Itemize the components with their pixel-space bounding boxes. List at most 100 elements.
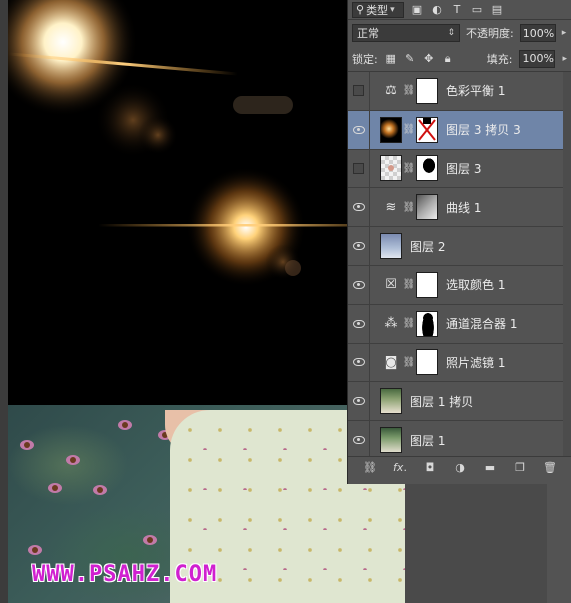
layer-filter-select[interactable]: ⚲ 类型 ▾ (352, 1, 404, 18)
blend-mode-value: 正常 (357, 27, 379, 40)
opacity-input[interactable]: 100% (519, 24, 556, 42)
layer-mask-thumbnail[interactable] (416, 349, 438, 376)
document-image (8, 0, 405, 603)
visibility-toggle[interactable] (348, 304, 370, 343)
layer-name[interactable]: 图层 3 拷贝 3 (446, 121, 521, 138)
new-layer-icon[interactable]: ❐ (512, 461, 528, 474)
layer-mask-thumbnail[interactable] (416, 194, 438, 221)
link-icon[interactable]: ⛓ (403, 278, 416, 292)
link-icon[interactable]: ⛓ (403, 161, 416, 175)
document-canvas[interactable]: WWW.PSAHZ.COM (0, 0, 405, 603)
visibility-toggle[interactable] (348, 149, 370, 188)
layer-thumbnail[interactable] (380, 155, 402, 182)
layer-name[interactable]: 曲线 1 (446, 199, 481, 216)
layers-scrollbar[interactable] (563, 72, 571, 456)
new-adjustment-icon[interactable]: ◑ (452, 461, 468, 474)
eye-icon (352, 242, 365, 251)
selective-color-icon: ☒ (385, 277, 397, 293)
visibility-toggle[interactable] (348, 72, 370, 110)
eye-icon (352, 280, 365, 289)
fill-label: 填充: (486, 52, 513, 66)
visibility-toggle[interactable] (348, 227, 370, 265)
visibility-toggle[interactable] (348, 343, 370, 382)
layer-name[interactable]: 图层 1 (410, 432, 445, 449)
layer-row[interactable]: ◙ ⛓ 照片滤镜 1 (348, 343, 571, 383)
channel-mixer-icon: ⁂ (384, 316, 398, 332)
chevron-down-icon: ▾ (390, 4, 395, 15)
hidden-box-icon (353, 162, 364, 174)
layer-filter-bar: ⚲ 类型 ▾ ▣ ◐ T ▭ ▤ (348, 0, 571, 20)
blend-opacity-bar: 正常 ⇕ 不透明度: 100% ▸ (348, 20, 571, 46)
layer-row[interactable]: ⛓ 图层 3 (348, 149, 571, 189)
eye-icon (352, 319, 365, 328)
visibility-toggle[interactable] (348, 110, 370, 149)
layer-thumbnail[interactable] (380, 116, 402, 143)
search-icon: ⚲ (356, 3, 365, 16)
layer-name[interactable]: 图层 2 (410, 238, 445, 255)
layer-mask-thumbnail[interactable] (416, 271, 438, 298)
visibility-toggle[interactable] (348, 188, 370, 227)
blend-mode-select[interactable]: 正常 ⇕ (352, 24, 460, 42)
layer-name[interactable]: 色彩平衡 1 (446, 82, 505, 99)
lock-image-icon[interactable]: ✎ (404, 52, 416, 65)
layer-name[interactable]: 通道混合器 1 (446, 315, 517, 332)
link-icon[interactable]: ⛓ (403, 123, 416, 137)
eye-icon (352, 436, 365, 445)
fill-dropdown-icon[interactable]: ▸ (562, 54, 567, 64)
layers-panel: ⚲ 类型 ▾ ▣ ◐ T ▭ ▤ 正常 ⇕ 不透明度: 100% ▸ 锁定: ▦… (347, 0, 571, 484)
layer-row[interactable]: ☒ ⛓ 选取颜色 1 (348, 265, 571, 305)
link-icon[interactable]: ⛓ (403, 84, 416, 98)
layer-mask-thumbnail-disabled[interactable] (416, 116, 438, 143)
link-layers-icon[interactable]: ⛓ (362, 461, 378, 474)
type-filter-icon[interactable]: T (450, 3, 464, 17)
fx-icon[interactable]: fx. (392, 461, 408, 474)
layer-mask-thumbnail[interactable] (416, 310, 438, 337)
up-down-arrow-icon: ⇕ (447, 28, 455, 38)
visibility-toggle[interactable] (348, 421, 370, 456)
smart-object-filter-icon[interactable]: ▤ (490, 3, 504, 17)
layer-mask-thumbnail[interactable] (416, 77, 438, 104)
layer-row[interactable]: 图层 1 (348, 421, 571, 456)
watermark-text: WWW.PSAHZ.COM (32, 562, 218, 587)
layer-row[interactable]: 图层 1 拷贝 (348, 382, 571, 422)
layer-thumbnail[interactable] (380, 388, 402, 415)
filter-type-label: 类型 (366, 3, 389, 17)
layer-name[interactable]: 照片滤镜 1 (446, 354, 505, 371)
layer-name[interactable]: 图层 3 (446, 160, 481, 177)
lens-flare-image (8, 0, 405, 412)
link-icon[interactable]: ⛓ (403, 200, 416, 214)
layer-thumbnail[interactable] (380, 427, 402, 454)
opacity-dropdown-icon[interactable]: ▸ (562, 28, 567, 38)
panel-edge (547, 484, 571, 603)
layer-mask-thumbnail[interactable] (416, 155, 438, 182)
shape-filter-icon[interactable]: ▭ (470, 3, 484, 17)
fill-input[interactable]: 100% (519, 49, 556, 68)
lock-transparent-icon[interactable]: ▦ (385, 52, 397, 65)
opacity-label: 不透明度: (466, 27, 514, 40)
lock-all-icon[interactable]: 🔒︎ (442, 52, 454, 65)
eye-icon (352, 203, 365, 212)
opacity-value: 100% (522, 26, 555, 40)
layer-row[interactable]: ≋ ⛓ 曲线 1 (348, 188, 571, 228)
link-icon[interactable]: ⛓ (403, 355, 416, 369)
lock-position-icon[interactable]: ✥ (423, 52, 435, 65)
layer-row[interactable]: 图层 2 (348, 227, 571, 266)
eye-icon (352, 358, 365, 367)
link-icon[interactable]: ⛓ (403, 317, 416, 331)
adjustment-filter-icon[interactable]: ◐ (430, 3, 444, 17)
layer-row[interactable]: ⚖ ⛓ 色彩平衡 1 (348, 72, 571, 111)
delete-layer-icon[interactable]: 🗑︎ (542, 461, 558, 474)
add-mask-icon[interactable]: ◘ (422, 461, 438, 474)
visibility-toggle[interactable] (348, 382, 370, 421)
new-group-icon[interactable]: ▬ (482, 461, 498, 474)
layer-thumbnail[interactable] (380, 233, 402, 260)
fill-value: 100% (522, 52, 554, 65)
visibility-toggle[interactable] (348, 265, 370, 304)
curves-icon: ≋ (385, 199, 397, 215)
layer-row-selected[interactable]: ⛓ 图层 3 拷贝 3 (348, 110, 571, 150)
image-filter-icon[interactable]: ▣ (410, 3, 424, 17)
layer-name[interactable]: 图层 1 拷贝 (410, 393, 473, 410)
layer-row[interactable]: ⁂ ⛓ 通道混合器 1 (348, 304, 571, 344)
layer-name[interactable]: 选取颜色 1 (446, 276, 505, 293)
color-balance-icon: ⚖ (385, 83, 397, 99)
